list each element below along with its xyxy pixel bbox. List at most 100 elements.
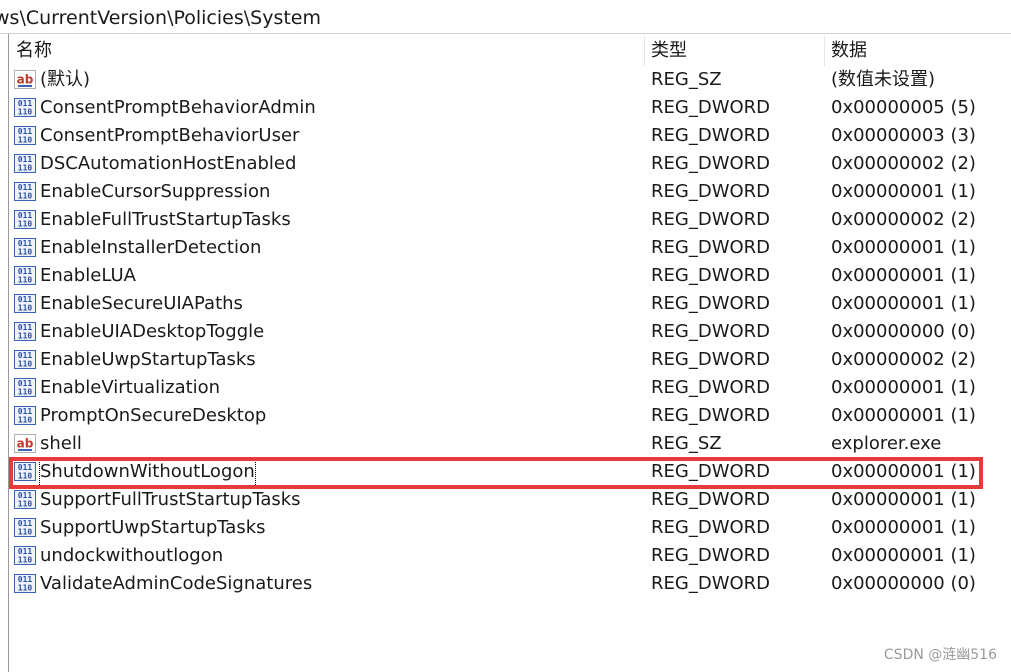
value-name[interactable]: EnableSecureUIAPaths	[40, 290, 243, 318]
value-type: REG_DWORD	[651, 293, 771, 314]
registry-values-list: ab (默认) REG_SZ (数值未设置) 011 110 ConsentPromptBe…	[0, 66, 1011, 598]
value-name[interactable]: EnableUwpStartupTasks	[40, 346, 256, 374]
column-header-data[interactable]: 数据	[831, 36, 867, 66]
value-name[interactable]: EnableVirtualization	[40, 374, 220, 402]
registry-value-row[interactable]: 011 110 ShutdownWithoutLogon REG_DWORD 0x000…	[0, 457, 1011, 487]
value-name[interactable]: EnableCursorSuppression	[40, 178, 270, 206]
column-divider[interactable]	[824, 36, 825, 66]
value-data: 0x00000002 (2)	[831, 209, 976, 230]
svg-text:110: 110	[18, 360, 33, 369]
svg-text:110: 110	[18, 472, 33, 481]
svg-text:110: 110	[18, 108, 33, 117]
registry-value-row[interactable]: 011 110 EnableSecureUIAPaths REG_DWORD 0x000…	[0, 290, 1011, 318]
value-type: REG_DWORD	[651, 461, 771, 482]
value-data: 0x00000002 (2)	[831, 153, 976, 174]
watermark: CSDN @涟幽516	[883, 647, 997, 663]
value-data: 0x00000002 (2)	[831, 349, 976, 370]
svg-text:110: 110	[18, 248, 33, 257]
svg-text:110: 110	[18, 332, 33, 341]
value-name[interactable]: ShutdownWithoutLogon	[39, 457, 256, 487]
value-data: 0x00000001 (1)	[831, 545, 976, 566]
value-name[interactable]: EnableFullTrustStartupTasks	[40, 206, 291, 234]
value-type: REG_DWORD	[651, 545, 771, 566]
svg-text:110: 110	[18, 304, 33, 313]
value-data: explorer.exe	[831, 433, 942, 454]
address-bar[interactable]: ws\CurrentVersion\Policies\System	[0, 0, 1011, 34]
value-type: REG_DWORD	[651, 237, 771, 258]
value-name[interactable]: EnableLUA	[40, 262, 136, 290]
column-header-name[interactable]: 名称	[16, 36, 52, 66]
registry-value-row[interactable]: 011 110 EnableLUA REG_DWORD 0x00000001 (1)	[0, 262, 1011, 290]
svg-text:110: 110	[18, 556, 33, 565]
value-data: 0x00000001 (1)	[831, 265, 976, 286]
svg-text:110: 110	[18, 584, 33, 593]
value-name[interactable]: ConsentPromptBehaviorUser	[40, 122, 299, 150]
value-data: 0x00000001 (1)	[831, 237, 976, 258]
svg-text:ab: ab	[17, 437, 34, 451]
value-name[interactable]: ValidateAdminCodeSignatures	[40, 570, 312, 598]
registry-value-row[interactable]: 011 110 SupportFullTrustStartupTasks REG_DW…	[0, 486, 1011, 514]
registry-value-row[interactable]: ab shell REG_SZ explorer.exe	[0, 430, 1011, 458]
svg-text:110: 110	[18, 220, 33, 229]
value-type: REG_DWORD	[651, 405, 771, 426]
svg-text:ab: ab	[17, 73, 34, 87]
svg-text:110: 110	[18, 164, 33, 173]
value-type: REG_DWORD	[651, 517, 771, 538]
value-type: REG_DWORD	[651, 97, 771, 118]
value-type: REG_DWORD	[651, 125, 771, 146]
value-type: REG_DWORD	[651, 321, 771, 342]
registry-value-row[interactable]: 011 110 EnableVirtualization REG_DWORD 0x000…	[0, 374, 1011, 402]
registry-value-row[interactable]: 011 110 EnableFullTrustStartupTasks REG_DWO…	[0, 206, 1011, 234]
registry-path: ws\CurrentVersion\Policies\System	[0, 7, 321, 29]
registry-value-row[interactable]: 011 110 SupportUwpStartupTasks REG_DWORD 0x0…	[0, 514, 1011, 542]
value-type: REG_DWORD	[651, 209, 771, 230]
value-name[interactable]: ConsentPromptBehaviorAdmin	[40, 94, 316, 122]
value-type: REG_SZ	[651, 69, 722, 90]
value-data: 0x00000001 (1)	[831, 181, 976, 202]
value-data: 0x00000001 (1)	[831, 293, 976, 314]
svg-text:110: 110	[18, 192, 33, 201]
registry-value-row[interactable]: ab (默认) REG_SZ (数值未设置)	[0, 66, 1011, 94]
value-type: REG_DWORD	[651, 377, 771, 398]
value-data: 0x00000001 (1)	[831, 489, 976, 510]
value-name[interactable]: SupportUwpStartupTasks	[40, 514, 266, 542]
value-name[interactable]: undockwithoutlogon	[40, 542, 223, 570]
value-data: 0x00000001 (1)	[831, 461, 976, 482]
value-data: 0x00000001 (1)	[831, 377, 976, 398]
value-name[interactable]: EnableInstallerDetection	[40, 234, 261, 262]
value-data: 0x00000000 (0)	[831, 573, 976, 594]
registry-value-row[interactable]: 011 110 undockwithoutlogon REG_DWORD 0x00000…	[0, 542, 1011, 570]
value-name[interactable]: (默认)	[40, 66, 90, 94]
value-type: REG_DWORD	[651, 181, 771, 202]
value-data: 0x00000005 (5)	[831, 97, 976, 118]
value-type: REG_SZ	[651, 433, 722, 454]
value-name[interactable]: SupportFullTrustStartupTasks	[40, 486, 301, 514]
value-name[interactable]: PromptOnSecureDesktop	[40, 402, 266, 430]
registry-value-row[interactable]: 011 110 ValidateAdminCodeSignatures REG_DWO…	[0, 570, 1011, 598]
value-data: 0x00000000 (0)	[831, 321, 976, 342]
registry-value-row[interactable]: 011 110 PromptOnSecureDesktop REG_DWORD 0x00…	[0, 402, 1011, 430]
registry-value-row[interactable]: 011 110 EnableUwpStartupTasks REG_DWORD 0x00…	[0, 346, 1011, 374]
svg-text:110: 110	[18, 416, 33, 425]
value-name[interactable]: shell	[40, 430, 82, 458]
value-data: (数值未设置)	[831, 69, 936, 90]
svg-text:110: 110	[18, 500, 33, 509]
value-data: 0x00000001 (1)	[831, 405, 976, 426]
column-divider[interactable]	[644, 36, 645, 66]
value-data: 0x00000001 (1)	[831, 517, 976, 538]
value-name[interactable]: EnableUIADesktopToggle	[40, 318, 264, 346]
value-type: REG_DWORD	[651, 265, 771, 286]
column-header-type[interactable]: 类型	[651, 36, 687, 66]
registry-value-row[interactable]: 011 110 DSCAutomationHostEnabled REG_DWORD 0…	[0, 150, 1011, 178]
value-type: REG_DWORD	[651, 489, 771, 510]
registry-value-row[interactable]: 011 110 EnableInstallerDetection REG_DWORD 0…	[0, 234, 1011, 262]
value-type: REG_DWORD	[651, 153, 771, 174]
value-name[interactable]: DSCAutomationHostEnabled	[40, 150, 296, 178]
svg-text:110: 110	[18, 528, 33, 537]
svg-text:110: 110	[18, 136, 33, 145]
svg-text:110: 110	[18, 276, 33, 285]
registry-value-row[interactable]: 011 110 ConsentPromptBehaviorAdmin REG_DWOR…	[0, 94, 1011, 122]
registry-value-row[interactable]: 011 110 EnableUIADesktopToggle REG_DWORD 0x0…	[0, 318, 1011, 346]
registry-value-row[interactable]: 011 110 ConsentPromptBehaviorUser REG_DWORD…	[0, 122, 1011, 150]
registry-value-row[interactable]: 011 110 EnableCursorSuppression REG_DWORD 0x…	[0, 178, 1011, 206]
